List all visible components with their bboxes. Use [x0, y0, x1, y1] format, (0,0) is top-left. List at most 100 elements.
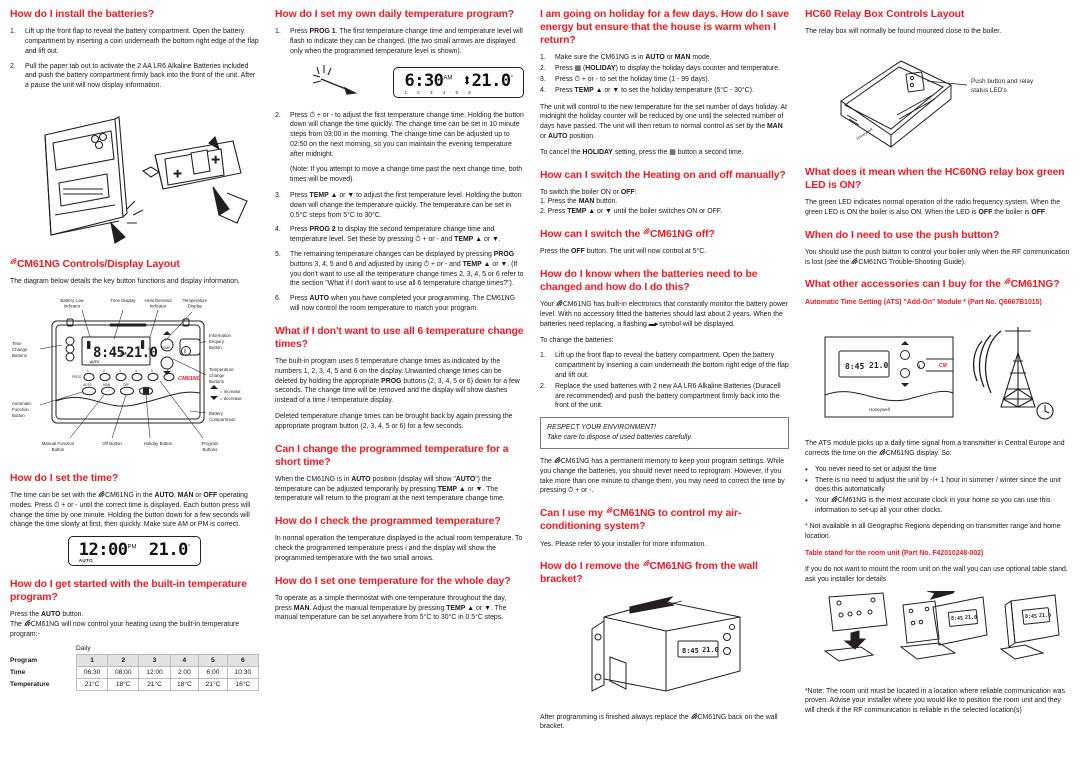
callout-temp-display: Temperature — [183, 298, 208, 303]
list-item: 4. Press PROG 2 to display the second tem… — [275, 225, 524, 245]
svg-text:AUTO: AUTO — [83, 383, 92, 387]
svg-text:+: + — [211, 153, 220, 166]
section-green-led: What does it mean when the HC60NG relay … — [805, 166, 1070, 218]
heading-daily-program: How do I set my own daily temperature pr… — [275, 9, 515, 20]
svg-text:Buttons: Buttons — [209, 379, 225, 384]
svg-text:CM: CM — [939, 363, 948, 369]
cell: 2 — [107, 653, 140, 667]
step-number: 2. — [10, 62, 16, 70]
steps-daily-program-cont: 2. Press ⏱ + or - to adjust the first tem… — [275, 111, 524, 160]
holiday-body1: The unit will control to the new tempera… — [540, 103, 787, 140]
svg-text:21.0: 21.0 — [869, 361, 888, 370]
svg-text:AUTO: AUTO — [90, 360, 99, 364]
rf-wave-icon — [10, 257, 17, 264]
step-number: 3. — [275, 192, 281, 200]
section-daily-program: How do I set my own daily temperature pr… — [275, 8, 524, 314]
list-item: 2. Pull the paper tab out to activate the… — [10, 62, 259, 91]
svg-text:21.0: 21.0 — [702, 646, 719, 654]
lcd-temp: 21.0 — [148, 540, 188, 561]
push-button-body: You should use the push button to contro… — [805, 248, 1070, 266]
svg-text:status LED's: status LED's — [971, 87, 1007, 94]
section-battery-change: How do I know when the batteries need to… — [540, 268, 789, 496]
heading-check-programmed-temp: How do I check the programmed temperatur… — [275, 516, 501, 528]
heating-manual-step2: 2. Press TEMP ▲ or ▼ until the boiler sw… — [540, 208, 723, 216]
section-one-temp-whole-day: How do I set one temperature for the who… — [275, 575, 524, 624]
section-install-batteries: How do I install the batteries? 1. Lift u… — [10, 8, 259, 247]
callout-program-buttons: Program — [202, 441, 219, 446]
heading-short-time-change: Can I change the programmed temperature … — [275, 443, 509, 468]
remove-bracket-body: After programming is finished always rep… — [540, 712, 778, 731]
step-number: 3. — [540, 75, 546, 83]
cell: 18°C — [107, 677, 140, 691]
lcd-arrows: ⬍ — [461, 71, 472, 91]
table-stand-note: *Note: The room unit must be located in … — [805, 687, 1065, 715]
lcd-temp: 21.0 — [471, 71, 511, 91]
set-time-body: The time can be set with the CM61NG in t… — [10, 490, 251, 529]
callout-time-display: Time Display — [110, 298, 136, 303]
green-led-body: The green LED indicates normal operation… — [805, 199, 1061, 216]
rf-wave-icon — [24, 619, 31, 627]
svg-text:+: + — [173, 167, 182, 180]
cell: 4 — [169, 653, 200, 667]
step-number: 1. — [275, 28, 281, 36]
list-item: 6. Press AUTO when you have completed you… — [275, 294, 524, 314]
list-item: 1. Lift up the front flap to reveal the b… — [540, 351, 789, 380]
steps-install-batteries: 1. Lift up the front flap to reveal the b… — [10, 27, 259, 91]
svg-text:5: 5 — [151, 369, 153, 373]
callout-battery-low: Battery Low — [60, 298, 84, 303]
svg-text:8:45: 8:45 — [845, 362, 864, 371]
step-text: Make sure the CM61NG is in AUTO or MAN m… — [555, 54, 712, 62]
cell: 21°C — [75, 677, 109, 691]
svg-text:Indicator: Indicator — [64, 303, 81, 308]
rf-wave-icon — [879, 448, 886, 456]
bullet-marker: • — [805, 475, 808, 485]
heating-manual-body1: To switch the boiler ON or OFF: — [540, 188, 637, 196]
callout-off-button: Off Button — [102, 441, 122, 446]
bullet-text: There is no need to adjust the unit by -… — [815, 476, 1061, 494]
section-short-time-change: Can I change the programmed temperature … — [275, 443, 524, 505]
svg-text:Button: Button — [12, 413, 25, 418]
accessories-footnote: * Not available in all Geographic Region… — [805, 522, 1061, 540]
heading-switch-off: How can I switch the CM61NG off? — [540, 228, 715, 240]
step-text: Replace the used batteries with 2 new AA… — [555, 382, 781, 410]
section-relay-layout: HC60 Relay Box Controls Layout The relay… — [805, 8, 1070, 155]
svg-text:= decrease: = decrease — [220, 396, 242, 401]
heading-text: CM61NG Controls/Display Layout — [17, 258, 180, 270]
section-air-conditioning: Can I use my CM61NG to control my air-co… — [540, 507, 789, 549]
step-text: The remaining temperature changes can be… — [290, 251, 524, 288]
svg-text:Enquiry: Enquiry — [209, 339, 225, 344]
svg-text:i: i — [184, 349, 186, 355]
not-all-6-body2: Deleted temperature change times can be … — [275, 413, 513, 430]
svg-text:Indicator: Indicator — [150, 303, 167, 308]
heading-one-temp-whole-day: How do I set one temperature for the who… — [275, 575, 511, 587]
rf-wave-icon — [556, 299, 563, 307]
svg-text:°: ° — [148, 347, 150, 352]
lcd-figure-6-30: 6:30AM ⬍21.0° 1 2 3 4 5 6 — [275, 63, 524, 103]
list-item: 2. Press ▦ (HOLIDAY) to display the holid… — [540, 64, 789, 74]
accessories-subhead: Automatic Time Setting (ATS) "Add-On" Mo… — [805, 298, 1042, 306]
one-temp-whole-day-body: To operate as a simple thermostat with o… — [275, 594, 507, 622]
relay-box-illustration: Push button and relay status LED's Honey… — [805, 43, 1070, 155]
heading-set-time: How do I set the time? — [10, 472, 119, 484]
flash-arrow-icon — [313, 64, 358, 95]
cell: 5 — [198, 653, 228, 667]
section-heating-manual: How can I switch the Heating on and off … — [540, 169, 789, 218]
table-stand-illustration: 8:45 21.0 8:45 21.0 — [805, 590, 1070, 679]
callout-information-enquiry: Information — [209, 333, 232, 338]
column-2: How do I set my own daily temperature pr… — [275, 8, 540, 759]
callout-heat-demand: Heat Demand — [144, 298, 172, 303]
list-item: 1. Lift up the front flap to reveal the b… — [10, 27, 259, 56]
check-programmed-temp-body: In normal operation the temperature disp… — [275, 535, 523, 562]
battery-change-body3: The CM61NG has a permanent memory to kee… — [540, 457, 785, 495]
holiday-body2: To cancel the HOLIDAY setting, press the… — [540, 148, 744, 156]
heading-built-in-program: How do I get started with the built-in t… — [10, 579, 247, 604]
callout-battery-compartment: Battery — [209, 411, 224, 416]
section-remove-from-bracket: How do I remove the CM61NG from the wall… — [540, 560, 789, 732]
heading-install-batteries: How do I install the batteries? — [10, 9, 155, 20]
cell: 1 — [75, 653, 109, 667]
svg-text:OFF: OFF — [123, 383, 129, 387]
program-table: Program 1 2 3 4 5 6 Time 06:30 08:00 12: — [10, 653, 260, 691]
list-item: • There is no need to adjust the unit by … — [805, 476, 1070, 496]
heading-relay-layout: HC60 Relay Box Controls Layout — [805, 9, 965, 20]
steps-daily-program-rest: 3. Press TEMP ▲ or ▼ to adjust the first … — [275, 191, 524, 314]
